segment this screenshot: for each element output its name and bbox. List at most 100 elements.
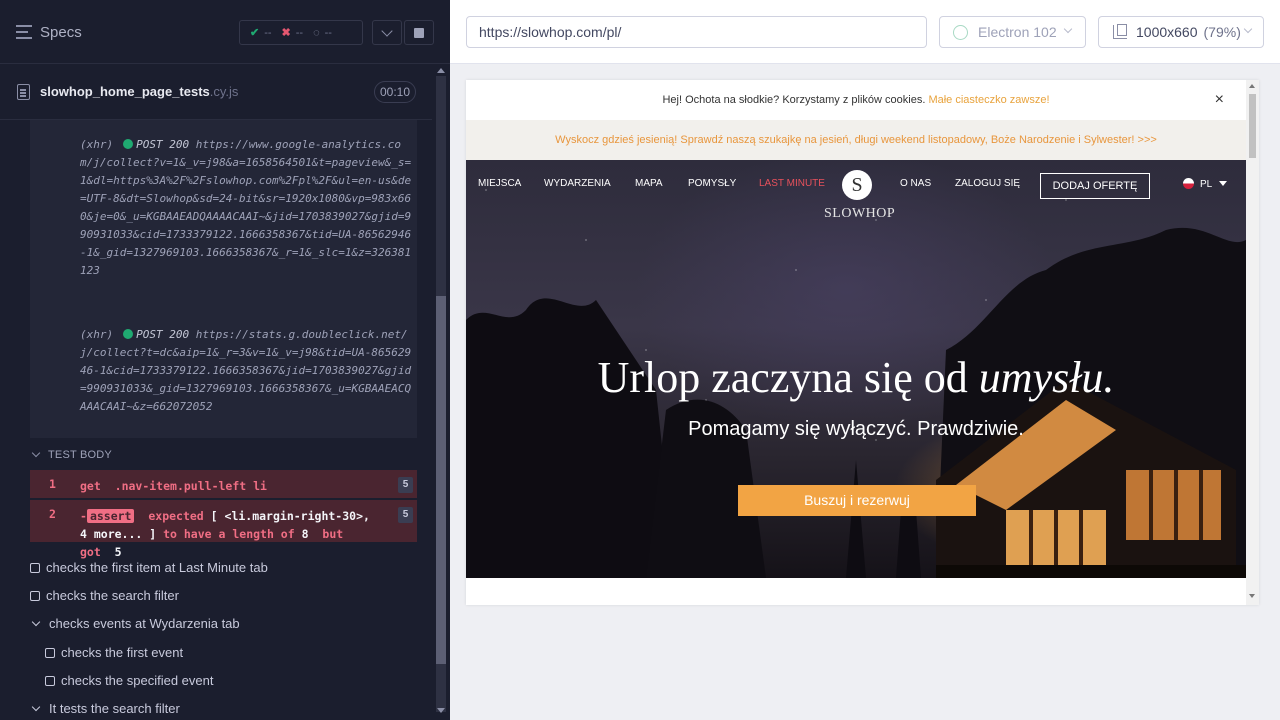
passed-stat: ✔ -- — [250, 26, 272, 40]
test-stats: ✔ -- ✖ -- ◌ -- — [239, 20, 363, 45]
cookie-accept-link[interactable]: Małe ciasteczko zawsze! — [928, 94, 1049, 106]
reporter-scrollbar[interactable] — [432, 64, 450, 720]
spec-file-name[interactable]: slowhop_home_page_tests.cy.js — [40, 84, 238, 99]
expand-collapse-button[interactable] — [372, 20, 402, 45]
pending-count: -- — [324, 26, 332, 39]
chevron-down-icon — [1243, 24, 1253, 34]
spec-file-basename: slowhop_home_page_tests — [40, 84, 210, 99]
document-icon — [17, 84, 30, 100]
language-label: PL — [1200, 179, 1213, 190]
nav-mapa[interactable]: MAPA — [635, 178, 663, 189]
nav-pomysly[interactable]: POMYSŁY — [688, 178, 736, 189]
failed-stat: ✖ -- — [281, 26, 304, 40]
log-url: https://stats.g.doubleclick.net/j/collec… — [80, 328, 412, 413]
log-method: POST 200 — [136, 138, 190, 151]
cookie-text: Hej! Ochota na słodkie? Korzystamy z — [662, 94, 849, 106]
pending-checkbox-icon — [45, 676, 55, 686]
test-item[interactable]: checks the specified event — [45, 673, 213, 688]
language-selector[interactable]: PL — [1183, 178, 1228, 190]
pending-icon: ◌ — [313, 26, 320, 39]
aut-url-field[interactable]: https://slowhop.com/pl/ — [466, 16, 927, 48]
spec-file-extension: .cy.js — [209, 84, 239, 99]
test-label: checks the specified event — [61, 673, 214, 688]
command-row[interactable]: 1 get .nav-item.pull-left li 5 — [30, 470, 417, 498]
xhr-log-entry[interactable]: (xhr) POST 200 https://stats.g.doubleclic… — [80, 326, 414, 416]
chevron-down-icon — [381, 25, 393, 37]
electron-icon — [953, 25, 968, 40]
viewport-icon — [1113, 24, 1127, 39]
test-item[interactable]: checks the search filter — [30, 588, 179, 603]
stop-button[interactable] — [404, 20, 434, 45]
suite-item[interactable]: checks events at Wydarzenia tab — [30, 616, 240, 631]
xhr-log-entry[interactable]: (xhr) POST 200 https://www.google-analyti… — [80, 136, 414, 280]
cookie-policy-link[interactable]: plików cookies. — [851, 94, 925, 106]
test-body-label: TEST BODY — [48, 449, 112, 461]
specs-title[interactable]: Specs — [40, 24, 82, 41]
suite-label: It tests the search filter — [49, 701, 180, 716]
assert-expected: 8 — [301, 527, 309, 541]
command-log-output: 23 (xhr) POST 200 https://www.google-anal… — [30, 120, 417, 438]
assert-msg: to have a length of — [163, 527, 295, 541]
slowhop-logo-text[interactable]: SLOWHOP — [824, 206, 895, 222]
log-fragment: 23 — [80, 120, 93, 126]
log-method: POST 200 — [136, 328, 190, 341]
status-dot-icon — [123, 139, 134, 149]
log-kind: (xhr) — [80, 328, 114, 341]
search-book-button[interactable]: Buszuj i rezerwuj — [738, 485, 976, 516]
test-body-toggle[interactable]: TEST BODY — [30, 448, 112, 461]
browser-selector[interactable]: Electron 102 — [939, 16, 1086, 48]
assert-msg: expected — [148, 509, 204, 523]
test-item[interactable]: checks the first item at Last Minute tab — [30, 560, 268, 575]
test-item[interactable]: checks the first event — [45, 645, 183, 660]
pending-checkbox-icon — [45, 648, 55, 658]
pending-checkbox-icon — [30, 591, 40, 601]
passed-count: -- — [264, 26, 272, 39]
suite-item[interactable]: It tests the search filter — [30, 701, 180, 716]
headline-emphasis: umysłu. — [978, 353, 1115, 402]
nav-zaloguj[interactable]: ZALOGUJ SIĘ — [955, 178, 1020, 189]
command-name: get — [80, 479, 101, 493]
runner-toolbar: https://slowhop.com/pl/ Electron 102 100… — [450, 0, 1280, 64]
command-arg: .nav-item.pull-left li — [114, 479, 267, 493]
command-text: get .nav-item.pull-left li — [80, 477, 380, 495]
aut-scrollbar[interactable] — [1246, 80, 1259, 605]
element-count-badge: 5 — [398, 507, 413, 523]
cross-icon: ✖ — [281, 27, 291, 39]
scrollbar-thumb[interactable] — [1249, 94, 1256, 158]
check-icon: ✔ — [250, 27, 260, 39]
close-icon[interactable]: × — [1215, 80, 1224, 120]
caret-down-icon — [1219, 181, 1228, 186]
command-number: 1 — [49, 477, 56, 491]
specs-list-icon[interactable] — [16, 25, 32, 39]
site-nav: MIEJSCA WYDARZENIA MAPA POMYSŁY LAST MIN… — [466, 160, 1246, 221]
chevron-down-icon — [1063, 24, 1073, 34]
test-label: checks the first item at Last Minute tab — [46, 560, 268, 575]
log-url: https://www.google-analytics.com/j/colle… — [80, 138, 412, 277]
promo-banner[interactable]: Wyskocz gdzieś jesienią! Sprawdź naszą s… — [466, 120, 1246, 160]
stop-icon — [414, 28, 424, 38]
scroll-down-arrow-icon[interactable] — [1249, 594, 1255, 598]
nav-miejsca[interactable]: MIEJSCA — [478, 178, 521, 189]
scroll-down-arrow-icon[interactable] — [437, 708, 445, 713]
aut-iframe[interactable]: Hej! Ochota na słodkie? Korzystamy z pli… — [466, 80, 1259, 605]
nav-wydarzenia[interactable]: WYDARZENIA — [544, 178, 611, 189]
failed-count: -- — [295, 26, 304, 39]
command-number: 2 — [49, 507, 56, 521]
log-kind: (xhr) — [80, 138, 114, 151]
nav-last-minute[interactable]: LAST MINUTE — [759, 178, 825, 189]
hero-section: Urlop zaczyna się od umysłu. Pomagamy si… — [466, 160, 1246, 578]
command-row-failed[interactable]: 2 - assert expected [ <li.margin-right-30… — [30, 500, 417, 559]
browser-label: Electron 102 — [978, 24, 1057, 40]
spec-file-header: slowhop_home_page_tests.cy.js 00:10 — [0, 64, 432, 120]
cypress-runner: Specs ✔ -- ✖ -- ◌ -- slowhop_home_page_test… — [0, 0, 1280, 720]
scroll-up-arrow-icon[interactable] — [1249, 84, 1255, 88]
scroll-up-arrow-icon[interactable] — [437, 68, 445, 73]
add-offer-button[interactable]: DODAJ OFERTĘ — [1040, 173, 1150, 199]
run-timer: 00:10 — [374, 81, 416, 103]
suite-label: checks events at Wydarzenia tab — [49, 616, 240, 631]
viewport-selector[interactable]: 1000x660 (79%) — [1098, 16, 1264, 48]
viewport-size: 1000x660 — [1136, 24, 1198, 40]
nav-o-nas[interactable]: O NAS — [900, 178, 931, 189]
slowhop-logo[interactable] — [842, 170, 872, 200]
scrollbar-thumb[interactable] — [436, 296, 446, 664]
